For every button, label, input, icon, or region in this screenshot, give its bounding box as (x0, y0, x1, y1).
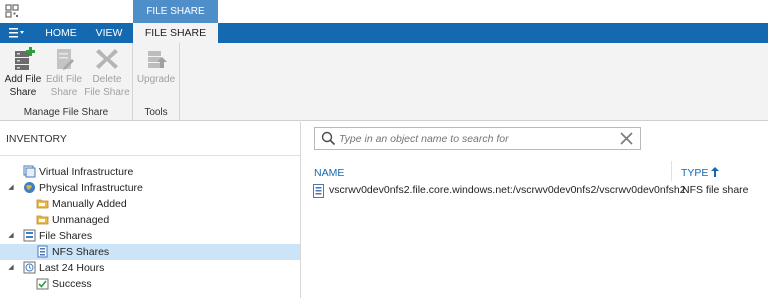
main-menu-button[interactable] (6, 23, 28, 43)
add-file-share-button[interactable]: Add File Share (2, 47, 44, 99)
tab-view[interactable]: VIEW (88, 23, 130, 43)
edit-file-share-label-line2: Share (50, 87, 78, 98)
search-input[interactable] (339, 130, 609, 147)
edit-file-share-icon (57, 49, 74, 70)
ribbon-tab-bar: HOME VIEW FILE SHARE (0, 23, 768, 43)
add-file-share-label-line2: Share (9, 87, 37, 98)
edit-file-share-label-line1: Edit File (45, 74, 83, 85)
add-file-share-label-line1: Add File (4, 74, 42, 85)
column-divider[interactable] (671, 161, 672, 181)
title-bar: FILE SHARE TOOLS (0, 0, 768, 40)
folder-icon (36, 199, 49, 209)
delete-file-share-button[interactable]: Delete File Share (84, 47, 130, 99)
tree-item-nfs-shares[interactable]: NFS Shares (0, 244, 300, 260)
tools-group-label: Tools (144, 107, 168, 118)
delete-file-share-label-line1: Delete (92, 74, 122, 85)
physical-infrastructure-icon (24, 182, 35, 193)
success-icon (36, 278, 49, 290)
app-logo-icon (5, 4, 19, 18)
search-icon (321, 131, 336, 146)
file-shares-icon (23, 229, 36, 242)
column-header-type-label: TYPE (681, 167, 709, 179)
nfs-share-icon (313, 184, 324, 198)
hamburger-menu-icon (9, 28, 24, 38)
tree-item-file-shares[interactable]: ◢ File Shares (0, 228, 300, 244)
upgrade-icon (148, 51, 167, 68)
upgrade-button[interactable]: Upgrade (135, 47, 177, 86)
tree-item-unmanaged[interactable]: Unmanaged (0, 212, 300, 228)
tree-item-label: File Shares (39, 230, 93, 242)
tree-item-label: Manually Added (52, 198, 127, 210)
virtual-infrastructure-icon (23, 165, 36, 178)
tree-item-manually-added[interactable]: Manually Added (0, 196, 300, 212)
sort-ascending-icon (711, 167, 720, 177)
ribbon: Add File Share Edit File Share Delete Fi… (0, 43, 768, 121)
expand-arrow-icon[interactable]: ◢ (7, 180, 15, 196)
tab-home[interactable]: HOME (38, 23, 84, 43)
inventory-pane: INVENTORY Virtual Infrastructure ◢ Physi… (0, 122, 301, 298)
ribbon-group-tools: Upgrade Tools (133, 43, 180, 120)
tree-item-label: Unmanaged (52, 214, 110, 226)
tree-item-success[interactable]: Success (0, 276, 300, 292)
row-name-cell: vscrwv0dev0nfs2.file.core.windows.net:/v… (329, 184, 686, 196)
clock-icon (23, 261, 36, 274)
tree-item-label: Success (52, 278, 92, 290)
ribbon-group-manage-file-share: Add File Share Edit File Share Delete Fi… (0, 43, 133, 120)
tree-item-physical-infrastructure[interactable]: ◢ Physical Infrastructure (0, 180, 300, 196)
inventory-header: INVENTORY (0, 122, 300, 156)
expand-arrow-icon[interactable]: ◢ (7, 228, 15, 244)
edit-file-share-button[interactable]: Edit File Share (43, 47, 85, 99)
delete-file-share-label-line2: File Share (84, 87, 130, 98)
object-search-box (314, 127, 641, 150)
tree-item-virtual-infrastructure[interactable]: Virtual Infrastructure (0, 164, 300, 180)
column-header-type[interactable]: TYPE (681, 167, 720, 179)
file-share-tools-contextual-label: FILE SHARE TOOLS (133, 0, 218, 40)
clear-search-icon[interactable] (619, 131, 634, 146)
tab-file-share[interactable]: FILE SHARE (133, 23, 218, 43)
tree-item-label: Physical Infrastructure (39, 182, 143, 194)
delete-x-icon (96, 49, 118, 69)
tree-item-label: NFS Shares (52, 246, 110, 258)
upgrade-label: Upgrade (136, 74, 176, 85)
tree-item-last-24-hours[interactable]: ◢ Last 24 Hours (0, 260, 300, 276)
table-row[interactable]: vscrwv0dev0nfs2.file.core.windows.net:/v… (310, 182, 768, 200)
row-type-cell: NFS file share (682, 184, 749, 196)
nfs-shares-icon (37, 245, 48, 258)
expand-arrow-icon[interactable]: ◢ (7, 260, 15, 276)
folder-icon (36, 215, 49, 225)
tree-item-label: Virtual Infrastructure (39, 166, 134, 178)
add-file-share-icon (15, 47, 35, 70)
tree-item-label: Last 24 Hours (39, 262, 105, 274)
manage-file-share-group-label: Manage File Share (23, 107, 109, 118)
column-header-name[interactable]: NAME (314, 167, 344, 179)
